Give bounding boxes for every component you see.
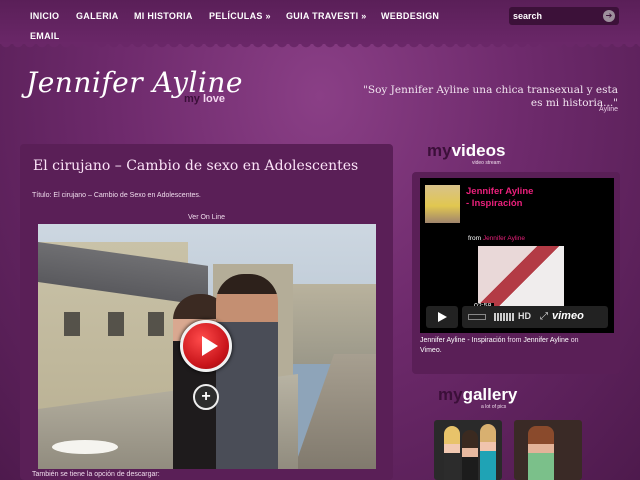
post-title[interactable]: El cirujano – Cambio de sexo en Adolesce…	[33, 158, 358, 174]
top-nav: INICIO GALERIA MI HISTORIA PELÍCULAS » G…	[0, 0, 640, 44]
ver-online-label: Ver On Line	[188, 214, 225, 221]
plus-icon[interactable]: +	[193, 384, 219, 410]
nav-scallop-border	[0, 42, 640, 48]
myvideos-my: my	[427, 141, 452, 160]
search-input[interactable]	[513, 9, 599, 23]
vimeo-control-bar: HD ⤢ vimeo	[462, 306, 608, 328]
vimeo-progress-track[interactable]	[468, 314, 486, 320]
quote-author: Ayline	[599, 106, 618, 113]
mygallery-my: my	[438, 385, 463, 404]
vimeo-logo[interactable]: vimeo	[552, 310, 584, 322]
video-window	[108, 312, 124, 336]
myvideos-heading: myvideos	[427, 141, 505, 161]
post-card: El cirujano – Cambio de sexo en Adolesce…	[20, 144, 393, 480]
vimeo-hd-button[interactable]: HD	[518, 311, 531, 321]
vimeo-caption-site[interactable]: Vimeo.	[420, 347, 442, 354]
video-window	[148, 312, 164, 336]
myvideos-sub: video stream	[472, 160, 501, 166]
vimeo-avatar[interactable]	[425, 185, 460, 223]
vimeo-play-button[interactable]	[426, 306, 458, 328]
nav-item-email[interactable]: EMAIL	[30, 31, 60, 41]
vimeo-player[interactable]: Jennifer Ayline - Inspiración from Jenni…	[420, 178, 614, 333]
header-quote: "Soy Jennifer Ayline una chica transexua…	[363, 84, 618, 109]
vimeo-caption: Jennifer Ayline - Inspiración from Jenni…	[420, 336, 616, 356]
video-roof	[38, 242, 208, 306]
gallery-thumbnail[interactable]	[514, 420, 582, 480]
video-oval-overlay	[52, 440, 118, 454]
nav-item-galeria[interactable]: GALERIA	[76, 11, 119, 21]
site-logo[interactable]: Jennifer Ayline my love	[26, 52, 256, 112]
vimeo-caption-on: on	[568, 337, 579, 344]
vimeo-caption-from: from	[505, 337, 524, 344]
vimeo-thumbnail	[478, 246, 564, 308]
mygallery-word: gallery	[462, 385, 518, 404]
mygallery-heading: mygallery	[438, 385, 517, 405]
video-window	[64, 312, 80, 336]
video-person	[216, 274, 278, 469]
nav-item-mi-historia[interactable]: MI HISTORIA	[134, 11, 193, 21]
vimeo-volume-icon[interactable]	[494, 313, 514, 321]
search-arrow-icon[interactable]: ➔	[603, 10, 615, 22]
fullscreen-icon[interactable]: ⤢	[540, 311, 548, 322]
mygallery-sub: a lot of pics	[481, 404, 507, 410]
search-box: ➔	[509, 7, 619, 25]
myvideos-box: Jennifer Ayline - Inspiración from Jenni…	[412, 172, 620, 374]
gallery-figure	[444, 426, 460, 480]
vimeo-from-user[interactable]: Jennifer Ayline	[483, 235, 525, 242]
myvideos-word: videos	[451, 141, 506, 160]
video-player[interactable]: +	[38, 224, 376, 469]
post-title-line: Título: El cirujano – Cambio de Sexo en …	[32, 192, 201, 199]
nav-item-guia-travesti[interactable]: GUIA TRAVESTI »	[286, 11, 367, 21]
nav-item-peliculas[interactable]: PELÍCULAS »	[209, 11, 271, 21]
vimeo-from: from Jennifer Ayline	[468, 235, 525, 242]
gallery-figure	[528, 426, 554, 480]
gallery-thumbnail[interactable]	[434, 420, 502, 480]
vimeo-caption-user[interactable]: Jennifer Ayline	[523, 337, 568, 344]
gallery-figure	[462, 430, 478, 480]
vimeo-video-title[interactable]: Jennifer Ayline - Inspiración	[466, 186, 534, 210]
play-button[interactable]	[180, 320, 232, 372]
logo-love: love	[203, 93, 226, 105]
vimeo-caption-link[interactable]: Jennifer Ayline - Inspiración	[420, 337, 505, 344]
gallery-figure	[480, 424, 496, 480]
nav-item-webdesign[interactable]: WEBDESIGN	[381, 11, 439, 21]
download-note: También se tiene la opción de descargar:	[32, 471, 160, 478]
logo-my: my	[184, 93, 200, 105]
video-city	[288, 284, 376, 364]
nav-item-inicio[interactable]: INICIO	[30, 11, 59, 21]
vimeo-from-label: from	[468, 235, 481, 242]
